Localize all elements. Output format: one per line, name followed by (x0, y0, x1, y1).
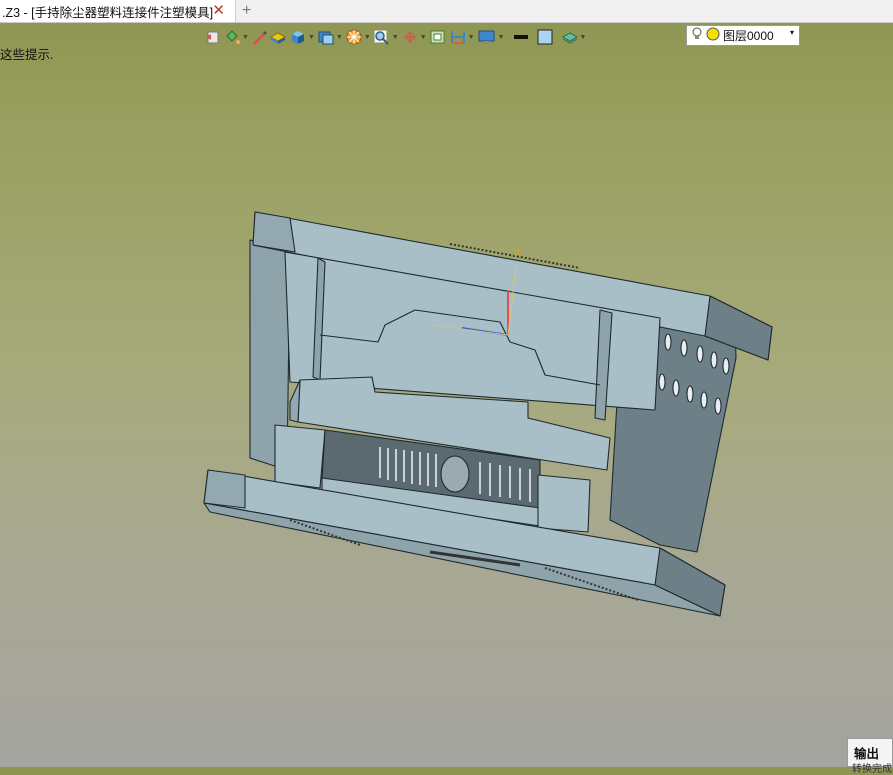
mold-3d-view[interactable]: x (0, 0, 893, 767)
output-sub-text: 转换完成 (852, 764, 892, 775)
output-panel[interactable]: 输出 转换完成 (847, 738, 893, 775)
output-label: 输出 (854, 747, 880, 761)
svg-text:x: x (514, 245, 520, 259)
